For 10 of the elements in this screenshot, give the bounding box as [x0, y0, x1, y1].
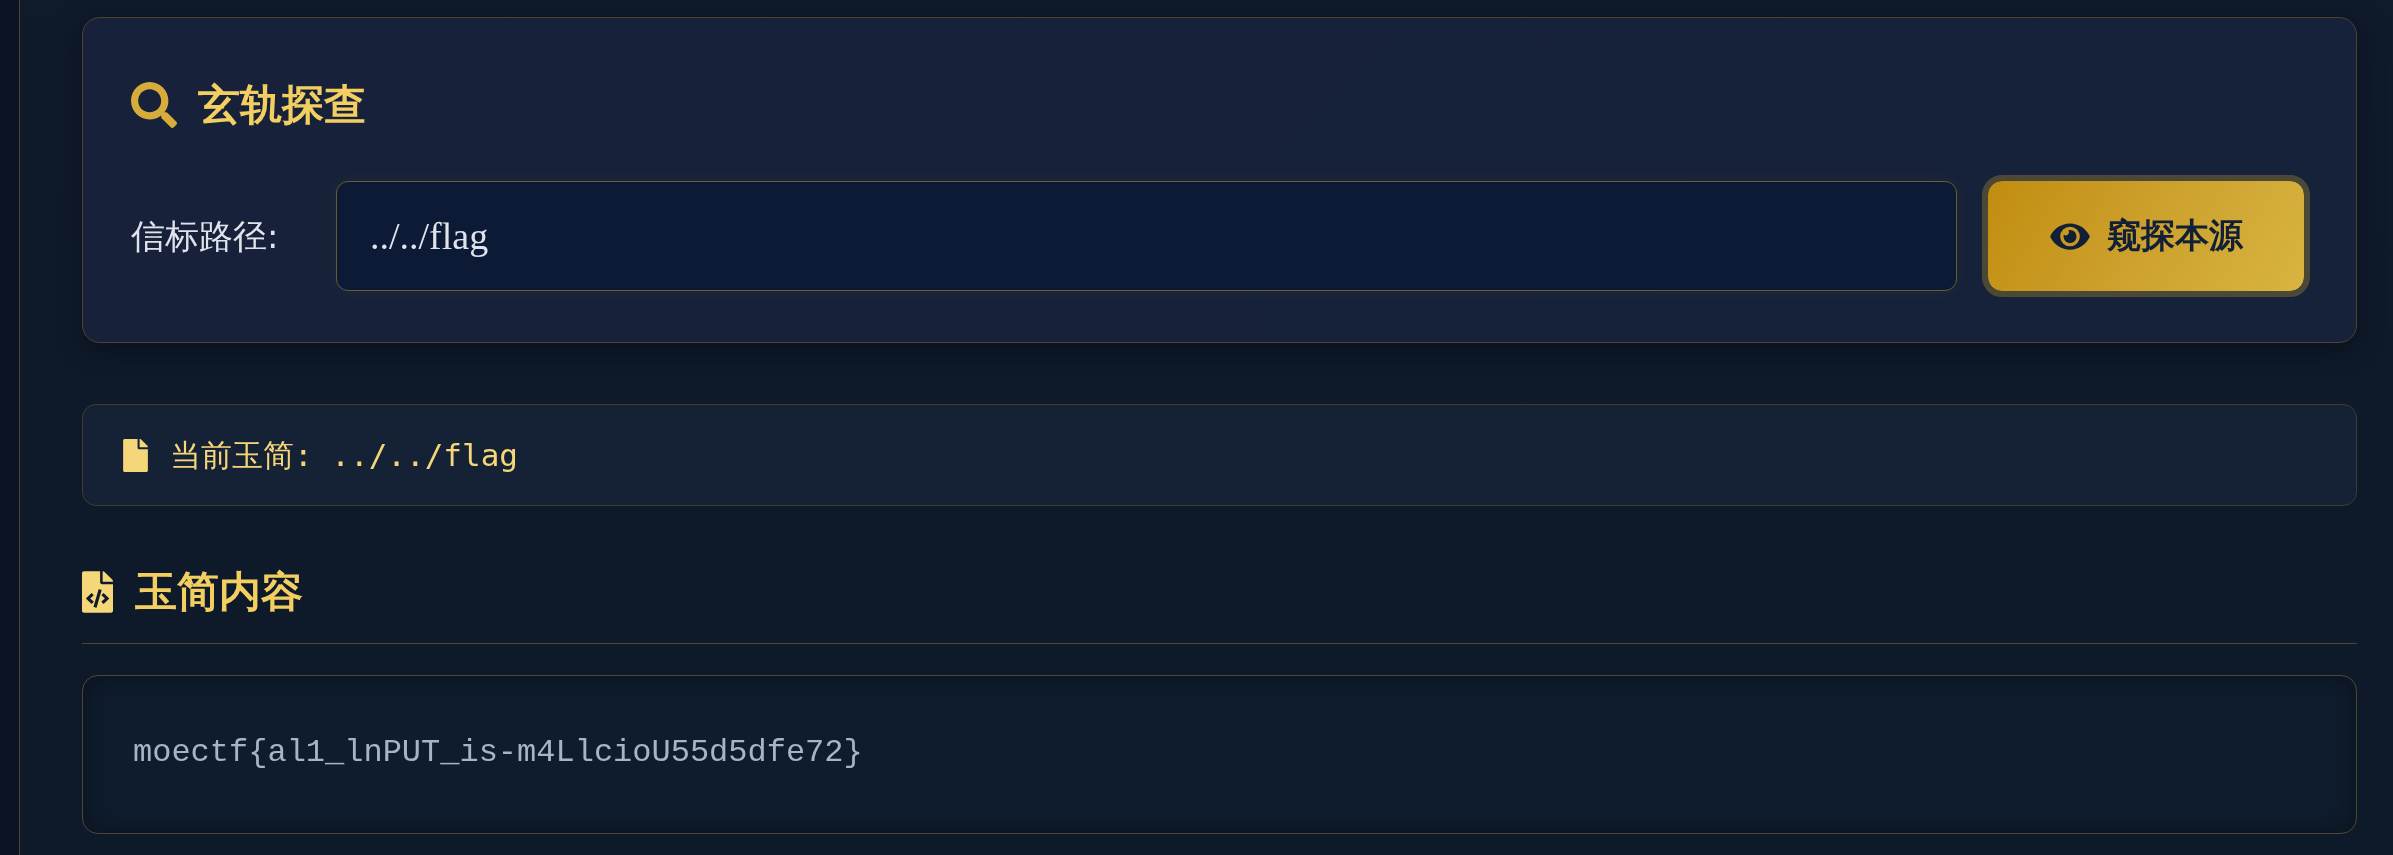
section-title: 玉简内容: [135, 566, 303, 618]
panel-title: 玄轨探查: [198, 79, 366, 131]
path-label: 信标路径:: [131, 215, 280, 258]
file-content-text: moectf{al1_lnPUT_is-m4LlcioU55d5dfe72}: [133, 733, 864, 773]
file-icon: [123, 438, 148, 472]
path-input[interactable]: ../../flag: [336, 181, 1957, 291]
view-source-button[interactable]: 窥探本源: [1982, 175, 2310, 297]
file-code-icon: [82, 571, 113, 613]
search-icon: [131, 82, 177, 128]
current-file-text: 当前玉简: ../../flag: [170, 436, 518, 475]
